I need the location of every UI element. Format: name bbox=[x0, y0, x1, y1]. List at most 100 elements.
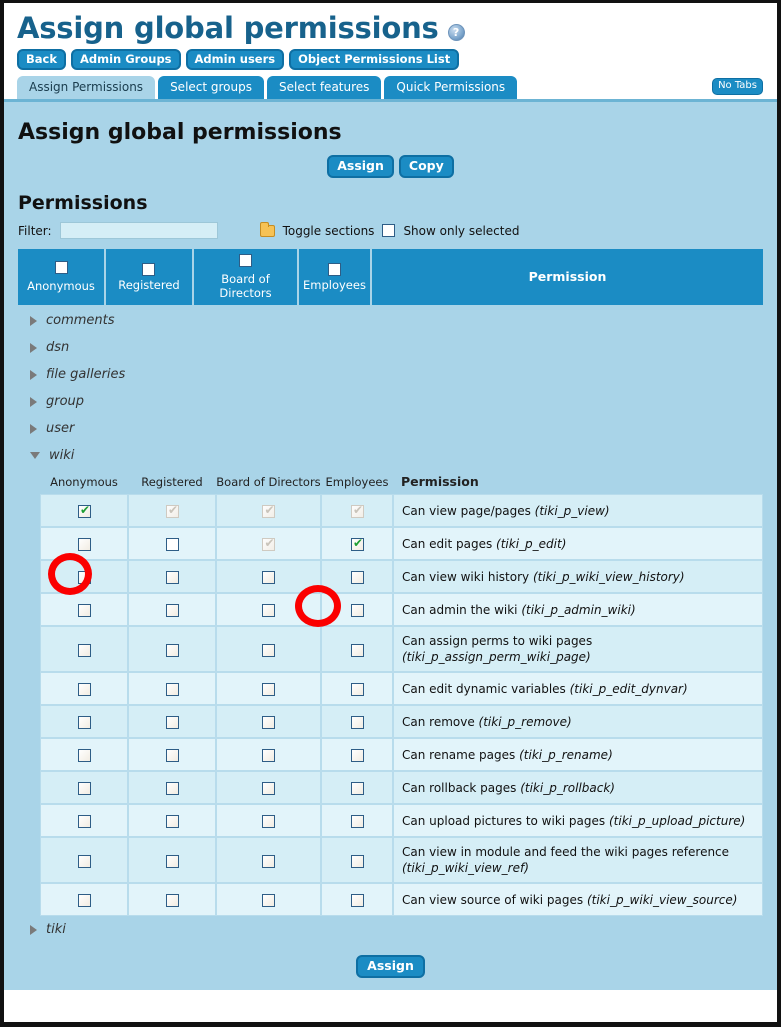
permission-cell-board-of-directors bbox=[216, 738, 321, 772]
assign-button-top[interactable]: Assign bbox=[327, 155, 394, 179]
permission-cell-registered bbox=[128, 883, 216, 917]
checkbox-anonymous[interactable] bbox=[77, 604, 91, 618]
permission-cell-registered bbox=[128, 527, 216, 561]
group-header-employees: Employees bbox=[297, 247, 372, 308]
checkbox-anonymous[interactable] bbox=[77, 854, 91, 868]
checkbox-anonymous[interactable] bbox=[77, 683, 91, 697]
checkbox-registered[interactable] bbox=[165, 782, 179, 796]
checkbox-board-of-directors[interactable] bbox=[262, 782, 275, 796]
permission-cell-employees bbox=[321, 672, 393, 706]
bottom-assign-row: Assign bbox=[16, 955, 765, 979]
permission-cell-board-of-directors bbox=[216, 626, 321, 673]
section-group[interactable]: group bbox=[16, 388, 765, 415]
checkbox-anonymous[interactable] bbox=[77, 503, 92, 519]
tab-select-groups[interactable]: Select groups bbox=[158, 76, 264, 100]
checkbox-registered[interactable] bbox=[165, 749, 179, 763]
checkbox-employees[interactable] bbox=[350, 683, 364, 697]
checkbox-board-of-directors[interactable] bbox=[262, 854, 275, 868]
checkbox-employees[interactable] bbox=[350, 643, 364, 657]
checkbox-employees[interactable] bbox=[350, 782, 364, 796]
permission-label: Can admin the wiki bbox=[402, 602, 522, 617]
table-row: Can rename pages (tiki_p_rename) bbox=[40, 738, 763, 772]
checkbox-anonymous[interactable] bbox=[77, 894, 91, 908]
filter-label: Filter: bbox=[18, 223, 52, 238]
table-row: Can edit pages (tiki_p_edit) bbox=[40, 527, 763, 561]
back-button[interactable]: Back bbox=[17, 49, 66, 71]
checkbox-anonymous[interactable] bbox=[77, 716, 91, 730]
permission-code: (tiki_p_view) bbox=[534, 503, 610, 518]
tab-quick-permissions[interactable]: Quick Permissions bbox=[384, 76, 518, 100]
admin-users-button[interactable]: Admin users bbox=[185, 49, 285, 71]
section-tiki[interactable]: tiki bbox=[16, 916, 765, 943]
section-dsn[interactable]: dsn bbox=[16, 334, 765, 361]
admin-action-buttons: Back Admin Groups Admin users Object Per… bbox=[17, 49, 765, 71]
group-header-board-of-directors-label: Board of Directors bbox=[219, 272, 272, 301]
select-all-registered-checkbox[interactable] bbox=[142, 262, 156, 276]
checkbox-board-of-directors[interactable] bbox=[262, 749, 275, 763]
checkbox-employees[interactable] bbox=[350, 749, 364, 763]
table-row: Can remove (tiki_p_remove) bbox=[40, 705, 763, 739]
checkbox-anonymous[interactable] bbox=[77, 538, 91, 552]
checkbox-employees[interactable] bbox=[350, 815, 364, 829]
checkbox-anonymous[interactable] bbox=[77, 643, 91, 657]
checkbox-registered[interactable] bbox=[165, 604, 179, 618]
table-row: Can assign perms to wiki pages (tiki_p_a… bbox=[40, 626, 763, 673]
help-circle-icon[interactable]: ? bbox=[447, 23, 465, 41]
checkbox-registered[interactable] bbox=[165, 716, 179, 730]
checkbox-registered[interactable] bbox=[165, 643, 179, 657]
checkbox-employees[interactable] bbox=[350, 894, 364, 908]
permission-label: Can rollback pages bbox=[402, 780, 521, 795]
section-file-galleries[interactable]: file galleries bbox=[16, 361, 765, 388]
show-only-selected-checkbox[interactable] bbox=[382, 224, 396, 238]
checkbox-employees[interactable] bbox=[350, 604, 364, 618]
no-tabs-button[interactable]: No Tabs bbox=[712, 78, 763, 96]
select-all-employees-checkbox[interactable] bbox=[327, 262, 341, 276]
checkbox-registered[interactable] bbox=[165, 571, 179, 585]
checkbox-registered[interactable] bbox=[165, 538, 179, 552]
permission-code: (tiki_p_upload_picture) bbox=[608, 813, 746, 828]
checkbox-board-of-directors[interactable] bbox=[262, 683, 275, 697]
checkbox-registered[interactable] bbox=[165, 815, 179, 829]
checkbox-board-of-directors[interactable] bbox=[262, 716, 275, 730]
filter-input[interactable] bbox=[59, 222, 218, 240]
checkbox-employees[interactable] bbox=[350, 716, 364, 730]
group-header-permission: Permission bbox=[369, 247, 766, 308]
checkbox-anonymous[interactable] bbox=[77, 815, 91, 829]
section-comments[interactable]: comments bbox=[16, 307, 765, 334]
section-user[interactable]: user bbox=[16, 415, 765, 442]
permission-description: Can view page/pages (tiki_p_view) bbox=[393, 494, 763, 528]
select-all-board-of-directors-checkbox[interactable] bbox=[239, 254, 252, 268]
checkbox-registered[interactable] bbox=[165, 854, 179, 868]
copy-button[interactable]: Copy bbox=[398, 155, 454, 179]
checkbox-board-of-directors[interactable] bbox=[262, 604, 275, 618]
checkbox-registered[interactable] bbox=[165, 894, 179, 908]
checkbox-employees[interactable] bbox=[350, 536, 365, 552]
tab-select-features[interactable]: Select features bbox=[267, 76, 382, 100]
checkbox-board-of-directors[interactable] bbox=[262, 894, 275, 908]
permission-cell-anonymous bbox=[40, 626, 128, 673]
object-permissions-list-button[interactable]: Object Permissions List bbox=[289, 49, 460, 71]
permissions-heading: Permissions bbox=[18, 192, 148, 215]
checkbox-registered[interactable] bbox=[165, 683, 179, 697]
checkbox-employees[interactable] bbox=[350, 571, 364, 585]
checkbox-anonymous[interactable] bbox=[77, 749, 91, 763]
toggle-sections-label[interactable]: Toggle sections bbox=[283, 224, 375, 238]
tab-bar: Assign Permissions Select groups Select … bbox=[16, 76, 765, 100]
tab-assign-permissions[interactable]: Assign Permissions bbox=[17, 76, 156, 100]
section-group-label: group bbox=[46, 394, 85, 410]
permission-cell-anonymous bbox=[40, 705, 128, 739]
checkbox-board-of-directors[interactable] bbox=[262, 643, 275, 657]
admin-groups-button[interactable]: Admin Groups bbox=[71, 49, 181, 71]
select-all-anonymous-checkbox[interactable] bbox=[54, 261, 68, 275]
checkbox-employees[interactable] bbox=[350, 854, 364, 868]
permission-cell-board-of-directors bbox=[216, 705, 321, 739]
checkbox-board-of-directors[interactable] bbox=[262, 571, 275, 585]
checkbox-board-of-directors[interactable] bbox=[262, 815, 275, 829]
checkbox-anonymous[interactable] bbox=[77, 571, 91, 585]
assign-button-bottom[interactable]: Assign bbox=[356, 955, 425, 979]
table-row: Can view in module and feed the wiki pag… bbox=[40, 837, 763, 884]
folder-icon[interactable] bbox=[259, 221, 275, 237]
wiki-header-employees: Employees bbox=[321, 471, 393, 495]
section-wiki[interactable]: wiki bbox=[16, 442, 765, 469]
checkbox-anonymous[interactable] bbox=[77, 782, 91, 796]
